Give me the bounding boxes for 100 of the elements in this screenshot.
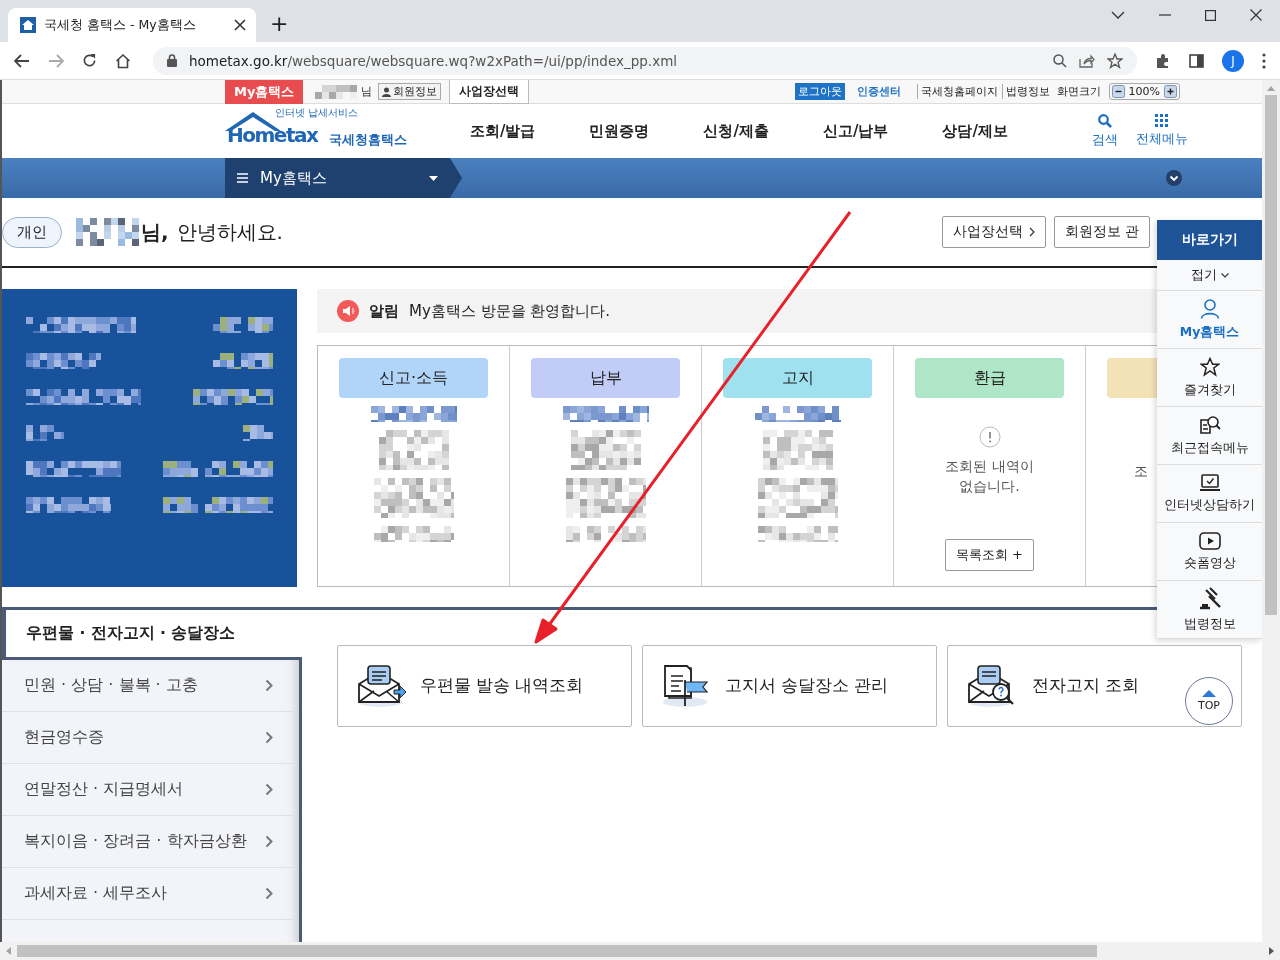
- search-icon[interactable]: [1097, 113, 1112, 128]
- zoom-value: 100%: [1128, 85, 1160, 98]
- greeting-text: 안녕하세요.: [176, 218, 283, 246]
- my-hometax-dropdown[interactable]: My홈택스: [225, 158, 462, 198]
- account-button[interactable]: 회원정보 관: [1053, 216, 1150, 248]
- logo-tagline: 인터넷 납세서비스: [275, 107, 359, 120]
- chevron-icon: [265, 679, 273, 692]
- side-panel-icon[interactable]: [1189, 53, 1204, 68]
- zoom-in-icon[interactable]: [1164, 85, 1177, 98]
- blurred-text: [213, 353, 273, 369]
- user-type-badge: 개인: [2, 216, 62, 248]
- category-header[interactable]: 환급: [915, 358, 1064, 398]
- blurred-text: [213, 317, 273, 333]
- play-icon: [1198, 531, 1221, 550]
- list-view-button[interactable]: 목록조회 +: [945, 538, 1034, 571]
- side-menu-item[interactable]: 과세자료 · 세무조사: [2, 868, 299, 920]
- puzzle-icon[interactable]: [1155, 52, 1171, 69]
- category-header[interactable]: 납부: [531, 358, 680, 398]
- new-tab-button[interactable]: +: [270, 12, 289, 36]
- search-label[interactable]: 검색: [1091, 131, 1118, 149]
- name-suffix: 님,: [141, 218, 169, 246]
- alert-icon: [978, 426, 1001, 448]
- name-suffix: 님: [361, 84, 373, 99]
- side-menu-item[interactable]: 현금영수증: [2, 712, 299, 764]
- nav-menu-item[interactable]: 신고/납부: [822, 121, 889, 141]
- chevron-icon: [265, 835, 273, 848]
- menu-icon: [237, 173, 248, 183]
- envelope-arrow-icon: [356, 664, 406, 708]
- laptop-check-icon: [1198, 473, 1221, 492]
- vertical-scrollbar[interactable]: [1262, 80, 1280, 942]
- dropdown-icon[interactable]: [1111, 11, 1125, 19]
- blurred-text: [570, 430, 641, 470]
- logo-korean: 국세청홈택스: [329, 131, 407, 149]
- document-search-icon: [1198, 414, 1221, 435]
- notice-label: 알림: [369, 301, 399, 321]
- blurred-text: [378, 430, 449, 470]
- empty-message: 조회된 내역이 없습니다.: [944, 457, 1035, 497]
- expand-icon[interactable]: [1166, 170, 1182, 186]
- tab-title: 국세청 홈택스 - My홈택스: [44, 16, 197, 34]
- scroll-top-button[interactable]: TOP: [1185, 677, 1233, 725]
- nav-menu-item[interactable]: 민원증명: [589, 121, 650, 141]
- maximize-icon[interactable]: [1205, 9, 1216, 21]
- zoom-label: 화면크기: [1055, 84, 1101, 99]
- nav-menu-item[interactable]: 상담/제보: [942, 121, 1008, 141]
- category-header[interactable]: 신고·소득: [339, 358, 488, 398]
- service-card[interactable]: 고지서 송달장소 관리: [642, 645, 937, 727]
- chevron-icon: [265, 731, 273, 744]
- house-favicon-icon: [20, 17, 36, 33]
- my-hometax-link[interactable]: My홈택스: [225, 80, 304, 104]
- horizontal-scrollbar[interactable]: [0, 942, 1280, 960]
- side-menu-item[interactable]: 복지이음 · 장려금 · 학자금상환: [2, 816, 299, 868]
- quick-menu-title: 바로가기: [1157, 220, 1262, 260]
- logout-button[interactable]: 로그아웃: [794, 83, 845, 100]
- workplace-button[interactable]: 사업장선택: [449, 80, 530, 104]
- browser-tab[interactable]: 국세청 홈택스 - My홈택스: [8, 8, 256, 42]
- lock-icon: [167, 54, 177, 67]
- blurred-text: [315, 84, 358, 99]
- person-icon: [382, 86, 392, 97]
- profile-avatar[interactable]: J: [1222, 49, 1244, 72]
- back-icon[interactable]: [14, 53, 30, 68]
- blurred-text: [243, 425, 273, 441]
- top-link[interactable]: 법령정보: [1001, 84, 1050, 99]
- chevron-icon: [265, 783, 273, 796]
- empty-message: 조: [1134, 463, 1148, 481]
- side-menu-item[interactable]: 연말정산 · 지급명세서: [2, 764, 299, 816]
- up-triangle-icon: [1202, 690, 1216, 697]
- side-menu-item[interactable]: 민원 · 상담 · 불복 · 고충: [2, 660, 299, 712]
- close-icon[interactable]: [234, 19, 246, 31]
- nav-menu-item[interactable]: 조회/발급: [470, 121, 536, 141]
- close-icon[interactable]: [1250, 9, 1262, 21]
- category-header[interactable]: 고지: [723, 358, 872, 398]
- logo-text: Hometax: [227, 123, 318, 147]
- chevron-icon: [1220, 272, 1229, 278]
- scroll-right-icon[interactable]: [1269, 947, 1274, 955]
- gavel-icon: [1197, 586, 1222, 611]
- chevron-icon: [1028, 227, 1035, 237]
- service-card[interactable]: 우편물 발송 내역조회: [337, 645, 632, 727]
- address-bar[interactable]: hometax.go.kr/websquare/websquare.wq?w2xPath=/ui/pp/index_pp.xml: [153, 46, 1137, 75]
- member-info-button[interactable]: 회원정보: [378, 83, 442, 100]
- chevron-icon: [265, 887, 273, 900]
- person-icon: [1199, 298, 1220, 319]
- caret-icon: [429, 175, 438, 181]
- nav-menu-item[interactable]: 신청/제출: [703, 121, 769, 141]
- grid-menu-icon[interactable]: [1155, 113, 1169, 127]
- megaphone-icon: [337, 300, 359, 322]
- blurred-text: [26, 425, 64, 441]
- reload-icon[interactable]: [82, 53, 97, 68]
- top-link[interactable]: 국세청홈페이지: [916, 84, 998, 99]
- cert-center-link[interactable]: 인증센터: [856, 84, 901, 99]
- more-icon[interactable]: [1262, 52, 1266, 69]
- star-icon[interactable]: [1107, 52, 1123, 69]
- document-flag-icon: [661, 664, 711, 708]
- search-icon[interactable]: [1053, 53, 1067, 68]
- all-menu-label[interactable]: 전체메뉴: [1135, 130, 1188, 148]
- account-button[interactable]: 사업장선택: [941, 216, 1046, 248]
- share-icon[interactable]: [1079, 53, 1095, 68]
- url-text: hometax.go.kr/websquare/websquare.wq?w2xPath=/ui/pp/index_pp.xml: [189, 52, 678, 69]
- blurred-text: [762, 430, 833, 470]
- home-icon[interactable]: [115, 52, 131, 69]
- zoom-out-icon[interactable]: [1111, 85, 1125, 98]
